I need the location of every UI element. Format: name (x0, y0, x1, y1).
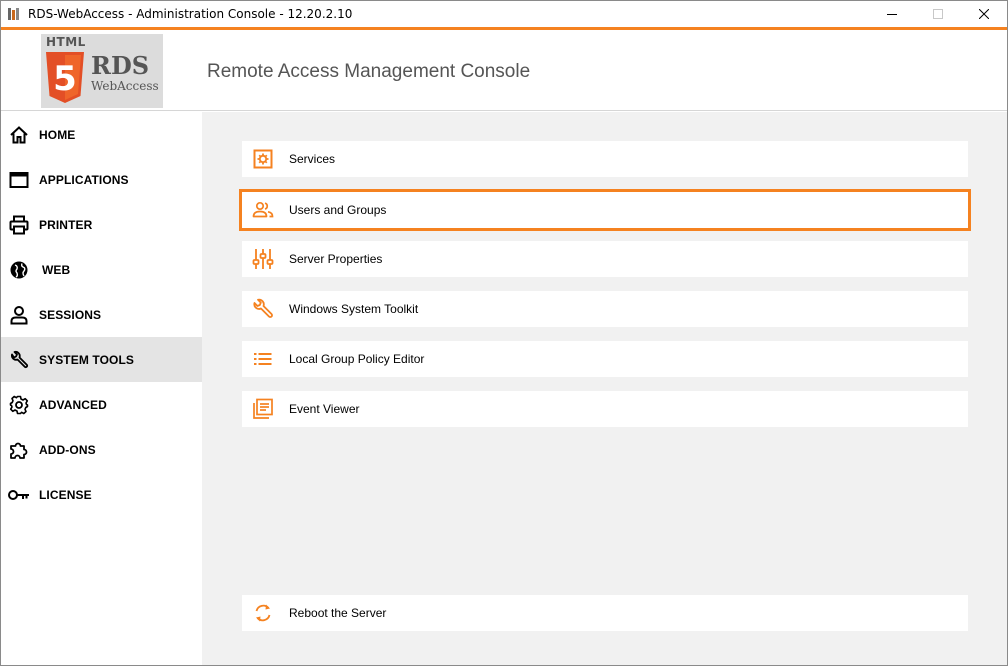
sidebar-item-label: HOME (39, 127, 76, 142)
sidebar-item-label: WEB (42, 262, 71, 277)
logo-rds-text: RDS (91, 51, 150, 80)
tool-event-viewer[interactable]: Event Viewer (242, 391, 968, 427)
close-button[interactable] (961, 1, 1007, 27)
sidebar-item-sessions[interactable]: SESSIONS (1, 292, 202, 337)
maximize-button[interactable] (915, 1, 961, 27)
sidebar-item-label: SESSIONS (39, 307, 102, 322)
sidebar-item-label: ADD-ONS (39, 442, 96, 457)
sliders-icon (251, 247, 275, 271)
sidebar-item-printer[interactable]: PRINTER (1, 202, 202, 247)
tool-reboot-server[interactable]: Reboot the Server (242, 595, 968, 631)
sidebar-item-label: PRINTER (39, 217, 93, 232)
sidebar-item-add-ons[interactable]: ADD-ONS (1, 427, 202, 472)
sidebar-item-label: APPLICATIONS (39, 172, 129, 187)
key-icon (8, 484, 30, 506)
home-icon (8, 124, 30, 146)
html5-shield-icon: 5 (46, 52, 84, 103)
minimize-button[interactable] (869, 1, 915, 27)
tool-users-and-groups[interactable]: Users and Groups (239, 189, 971, 231)
logo-five: 5 (53, 59, 77, 99)
logo-html-text: HTML (46, 35, 86, 49)
globe-icon (8, 259, 30, 281)
gear-icon (8, 394, 30, 416)
tool-windows-system-toolkit[interactable]: Windows System Toolkit (242, 291, 968, 327)
sidebar-item-system-tools[interactable]: SYSTEM TOOLS (1, 337, 202, 382)
log-icon (251, 397, 275, 421)
users-icon (251, 198, 275, 222)
main-content: Services Users and Groups Server Propert… (202, 112, 1007, 665)
tool-label: Users and Groups (289, 203, 387, 217)
tool-label: Windows System Toolkit (289, 302, 419, 316)
user-icon (8, 304, 30, 326)
title-bar: RDS-WebAccess - Administration Console -… (1, 1, 1007, 27)
sidebar-item-label: LICENSE (39, 487, 92, 502)
tool-server-properties[interactable]: Server Properties (242, 241, 968, 277)
app-window: RDS-WebAccess - Administration Console -… (0, 0, 1008, 666)
maximize-icon (933, 9, 943, 19)
sidebar-item-web[interactable]: WEB (1, 247, 202, 292)
list-icon (251, 347, 275, 371)
minimize-icon (887, 14, 897, 15)
puzzle-icon (8, 439, 30, 461)
sidebar: HOME APPLICATIONS PRINTER WEB SESSIONS S… (1, 112, 202, 665)
tool-label: Reboot the Server (289, 606, 387, 620)
tool-label: Event Viewer (289, 402, 360, 416)
sidebar-item-advanced[interactable]: ADVANCED (1, 382, 202, 427)
header: HTML 5 RDS WebAccess Remote Access Manag… (1, 30, 1007, 111)
tool-local-group-policy-editor[interactable]: Local Group Policy Editor (242, 341, 968, 377)
tool-services[interactable]: Services (242, 141, 968, 177)
wrench-icon (8, 349, 30, 371)
sidebar-item-label: SYSTEM TOOLS (39, 352, 134, 367)
sidebar-item-license[interactable]: LICENSE (1, 472, 202, 517)
window-icon (8, 169, 30, 191)
logo-webaccess-text: WebAccess (91, 79, 159, 93)
sidebar-item-applications[interactable]: APPLICATIONS (1, 157, 202, 202)
window-title: RDS-WebAccess - Administration Console -… (28, 7, 353, 21)
tool-label: Server Properties (289, 252, 383, 266)
sidebar-item-label: ADVANCED (39, 397, 107, 412)
tool-label: Services (289, 152, 336, 166)
refresh-icon (251, 601, 275, 625)
app-icon (6, 6, 22, 22)
services-icon (251, 147, 275, 171)
logo: HTML 5 RDS WebAccess (41, 34, 163, 108)
wrench-icon (251, 297, 275, 321)
printer-icon (8, 214, 30, 236)
sidebar-item-home[interactable]: HOME (1, 112, 202, 157)
page-title: Remote Access Management Console (207, 61, 531, 82)
tool-label: Local Group Policy Editor (289, 352, 425, 366)
close-icon (979, 9, 989, 19)
